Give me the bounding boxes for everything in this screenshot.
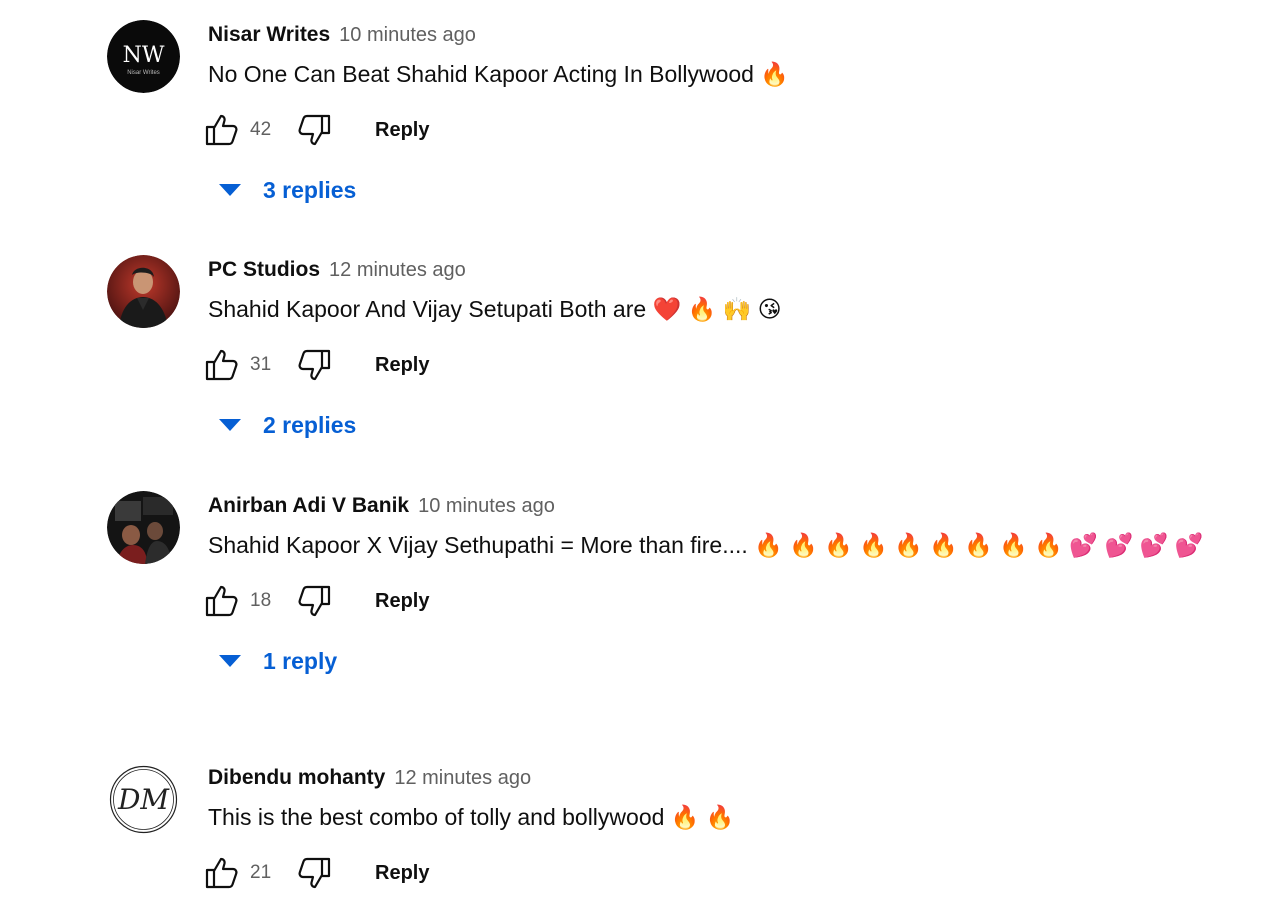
reply-button[interactable]: Reply (375, 119, 429, 142)
dislike-button[interactable] (296, 583, 332, 619)
caret-down-icon (218, 649, 242, 673)
comment-body: Dibendu mohanty 12 minutes ago This is t… (205, 763, 1247, 893)
comment-timestamp[interactable]: 12 minutes ago (394, 767, 531, 790)
comment-actions: 18 Reply (205, 581, 1247, 621)
reply-button[interactable]: Reply (375, 354, 429, 377)
like-count: 21 (250, 862, 272, 883)
author-name[interactable]: PC Studios (208, 258, 320, 282)
comment-actions: 21 Reply (205, 853, 1247, 893)
author-name[interactable]: Dibendu mohanty (208, 766, 385, 790)
view-replies-button[interactable]: 1 reply (218, 641, 1247, 681)
comment-header: Anirban Adi V Banik 10 minutes ago (208, 491, 1247, 521)
caret-down-icon (218, 178, 242, 202)
thumb-down-icon (298, 585, 331, 617)
avatar-caption: Nisar Writes (127, 70, 160, 76)
author-name[interactable]: Nisar Writes (208, 23, 330, 47)
like-button[interactable] (204, 112, 240, 148)
dislike-button[interactable] (296, 112, 332, 148)
comment-header: PC Studios 12 minutes ago (208, 255, 1247, 285)
like-count: 18 (250, 590, 272, 611)
comment-header: Nisar Writes 10 minutes ago (208, 20, 1247, 50)
comment-body: Anirban Adi V Banik 10 minutes ago Shahi… (205, 491, 1247, 681)
like-button[interactable] (204, 583, 240, 619)
thumb-down-icon (298, 349, 331, 381)
replies-count: 1 reply (263, 647, 338, 674)
avatar[interactable] (107, 491, 180, 564)
avatar-monogram: DM (117, 783, 170, 816)
dislike-button[interactable] (296, 855, 332, 891)
author-name[interactable]: Anirban Adi V Banik (208, 494, 409, 518)
thumb-up-icon (205, 857, 238, 889)
view-replies-button[interactable]: 3 replies (218, 170, 1247, 210)
replies-count: 3 replies (263, 176, 357, 203)
thumb-up-icon (205, 585, 238, 617)
comment-text: This is the best combo of tolly and boll… (208, 804, 735, 830)
reply-button[interactable]: Reply (375, 862, 429, 885)
comment-text: No One Can Beat Shahid Kapoor Acting In … (208, 61, 789, 87)
view-replies-button[interactable]: 2 replies (218, 405, 1247, 445)
avatar[interactable]: NW Nisar Writes (107, 20, 180, 93)
avatar[interactable] (107, 255, 180, 328)
thumb-up-icon (205, 349, 238, 381)
comment-timestamp[interactable]: 10 minutes ago (418, 495, 555, 518)
like-count: 31 (250, 354, 272, 375)
avatar-monogram: NW (123, 43, 165, 68)
comment-body: PC Studios 12 minutes ago Shahid Kapoor … (205, 255, 1247, 445)
comment-actions: 42 Reply (205, 110, 1247, 150)
reply-button[interactable]: Reply (375, 590, 429, 613)
comment-text: Shahid Kapoor X Vijay Sethupathi = More … (208, 532, 1204, 558)
dislike-button[interactable] (296, 347, 332, 383)
thumb-down-icon (298, 114, 331, 146)
comment-text: Shahid Kapoor And Vijay Setupati Both ar… (208, 296, 782, 322)
like-button[interactable] (204, 855, 240, 891)
thumb-down-icon (298, 857, 331, 889)
like-count: 42 (250, 119, 272, 140)
thumb-up-icon (205, 114, 238, 146)
like-button[interactable] (204, 347, 240, 383)
comment-timestamp[interactable]: 12 minutes ago (329, 259, 466, 282)
comment-actions: 31 Reply (205, 345, 1247, 385)
caret-down-icon (218, 413, 242, 437)
comment-header: Dibendu mohanty 12 minutes ago (208, 763, 1247, 793)
comment-body: Nisar Writes 10 minutes ago No One Can B… (205, 20, 1247, 210)
avatar[interactable]: DM (107, 763, 180, 836)
comment-timestamp[interactable]: 10 minutes ago (339, 24, 476, 47)
replies-count: 2 replies (263, 411, 357, 438)
